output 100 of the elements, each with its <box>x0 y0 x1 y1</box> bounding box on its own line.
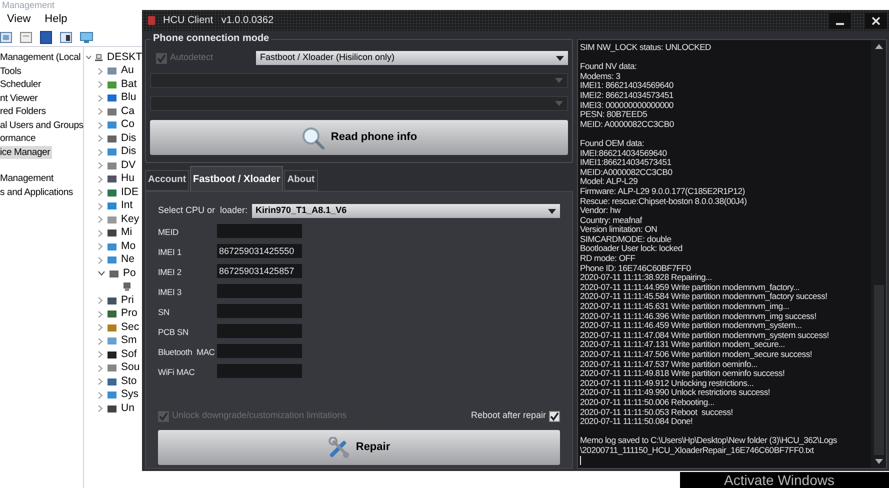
tree-item[interactable]: ice Manager <box>0 146 52 159</box>
text-cursor <box>580 456 581 465</box>
tree-item[interactable]: Dis <box>121 130 136 147</box>
log-line: 2020-07-11 11:11:46.459 Write partition modemnvm_system... <box>580 321 802 331</box>
tree-item[interactable]: Hu <box>121 171 134 188</box>
menu-item[interactable]: Help <box>44 10 68 28</box>
log-line: SIM NW_LOCK status: UNLOCKED <box>580 43 712 53</box>
log-line: IMEI:866214034569640 <box>580 148 667 158</box>
tree-item[interactable]: Au <box>121 63 134 80</box>
minimize-button[interactable] <box>829 12 851 28</box>
tree-item[interactable]: Dis <box>121 144 136 160</box>
log-line: 2020-07-11 11:11:50.053 Reboot success! <box>580 408 733 418</box>
window-title: HCU Client v1.0.0.0362 <box>163 14 274 28</box>
log-line: \20200711_111150_HCU_XloaderRepair_16E746C60BF7FF0.txt <box>580 446 814 456</box>
checkmark-icon <box>550 412 559 420</box>
log-line: 2020-07-11 11:11:49.990 Unlock restrictions success! <box>580 388 770 398</box>
text-field[interactable] <box>217 224 302 238</box>
tab[interactable]: Account <box>145 170 189 191</box>
tree-item[interactable]: Sm <box>121 333 137 350</box>
text-field[interactable] <box>217 364 302 378</box>
text-field[interactable] <box>217 324 302 338</box>
tree-item[interactable]: Key <box>121 212 140 228</box>
tree-item[interactable]: Ne <box>121 252 134 268</box>
tree-item[interactable]: Blu <box>121 90 136 106</box>
device-icon <box>107 309 117 320</box>
device-icon <box>107 80 117 90</box>
tree-item[interactable]: Sys <box>121 387 139 404</box>
scrollbar[interactable] <box>871 40 886 468</box>
log-line: IMEI3: 000000000000000 <box>580 100 674 110</box>
tree-item[interactable]: Ca <box>121 104 134 120</box>
log-line: Vendor: hw <box>580 206 620 216</box>
repair-button[interactable]: Repair <box>158 430 560 465</box>
tree-item[interactable]: Sof <box>121 346 137 363</box>
tree-item[interactable]: Sto <box>121 374 137 390</box>
log-line: 2020-07-11 11:11:38.928 Repairing... <box>580 273 712 283</box>
text-field[interactable] <box>217 304 302 318</box>
menu-item[interactable]: View <box>7 10 31 28</box>
tree-item[interactable]: ormance <box>0 132 38 146</box>
text-field[interactable] <box>217 284 302 298</box>
mode-dropdown[interactable]: Fastboot / Xloader (Hisilicon only) <box>256 51 568 65</box>
tree-item[interactable]: al Users and Groups <box>0 118 86 132</box>
field-label: IMEI 2 <box>158 267 182 277</box>
log-line: Memo log saved to C:\Users\Hp\Desktop\New folder (3)\HCU_362\Logs <box>580 436 837 446</box>
log-line: 2020-07-11 11:11:50.006 Rebooting... <box>580 398 714 408</box>
log-line: Found OEM data: <box>580 138 644 149</box>
tab[interactable]: About <box>284 170 318 191</box>
checkbox[interactable] <box>549 410 560 422</box>
activation-notice: Activate Windows <box>724 472 834 488</box>
device-icon <box>107 376 117 387</box>
log-line: 2020-07-11 11:11:46.396 Write partition modemnvm_img success! <box>580 312 816 321</box>
field-label: PCB SN <box>158 327 188 337</box>
tree-item[interactable]: Int <box>121 198 133 214</box>
field-label: Bluetooth MAC <box>158 347 215 357</box>
checkmark-icon <box>159 412 168 420</box>
tree-item[interactable]: Mo <box>121 238 136 255</box>
tree-item[interactable]: Un <box>121 400 134 417</box>
log-line: 2020-07-11 11:11:45.584 Write partition modemnvm_factory success! <box>580 292 828 302</box>
log-line: MEID:A0000082CC3CB0 <box>580 168 672 178</box>
device-icon <box>107 66 117 76</box>
tree-item[interactable]: Pri <box>121 292 134 309</box>
tree-item[interactable]: Sou <box>121 360 140 376</box>
device-icon <box>107 201 117 212</box>
tree-item[interactable]: DESKT <box>106 50 142 66</box>
tree-item[interactable]: red Folders <box>0 105 48 118</box>
tree-item[interactable]: Po <box>123 266 136 282</box>
tab[interactable]: Fastboot / Xloader <box>190 166 284 191</box>
log-line: 2020-07-11 11:11:44.959 Write partition modemnvm_factory... <box>580 282 800 292</box>
log-line: 2020-07-11 11:11:50.084 Done! <box>580 417 693 427</box>
tree-item[interactable]: Scheduler <box>0 78 43 92</box>
log-line: Rescue: rescue:Chipset-boston 8.0.0.38(00J4) <box>580 196 747 206</box>
tree-item[interactable]: Management <box>0 172 56 186</box>
dropdown-caret-icon <box>555 78 563 83</box>
device-icon <box>107 350 117 360</box>
read-phone-info-button[interactable]: Read phone info <box>150 120 568 155</box>
device-icon <box>107 336 117 346</box>
tree-item[interactable]: Pro <box>121 306 138 322</box>
tree-item[interactable]: nt Viewer <box>0 92 40 105</box>
field-label: IMEI 3 <box>158 287 182 297</box>
text-field[interactable] <box>217 344 302 358</box>
pane-icon <box>60 30 73 44</box>
text-field[interactable]: 867259031425857 <box>217 264 302 278</box>
tree-item[interactable]: Bat <box>121 76 137 93</box>
log-line: 2020-07-11 11:11:49.912 Unlocking restrictions... <box>580 378 754 388</box>
tree-item[interactable]: IDE <box>121 184 139 201</box>
tree-item[interactable]: Mi <box>121 225 132 242</box>
device-icon <box>107 404 117 414</box>
tree-item[interactable]: DV <box>121 158 136 174</box>
device-icon <box>107 363 117 374</box>
device-icon <box>107 147 117 158</box>
log-line: Model: ALP-L29 <box>580 177 638 187</box>
tree-item[interactable]: s and Applications <box>0 186 75 199</box>
tree-item[interactable]: Sec <box>121 320 140 336</box>
text-field[interactable]: 867259031425550 <box>217 244 302 258</box>
tree-item[interactable]: Co <box>121 117 134 134</box>
monitor-icon <box>80 30 93 44</box>
tree-item[interactable]: Management (Local <box>0 51 83 64</box>
close-button[interactable] <box>865 12 887 28</box>
cpu-dropdown[interactable]: Kirin970_T1_A8.1_V6 <box>252 204 560 218</box>
tree-item[interactable]: Tools <box>0 64 24 78</box>
device-icon <box>107 242 117 252</box>
